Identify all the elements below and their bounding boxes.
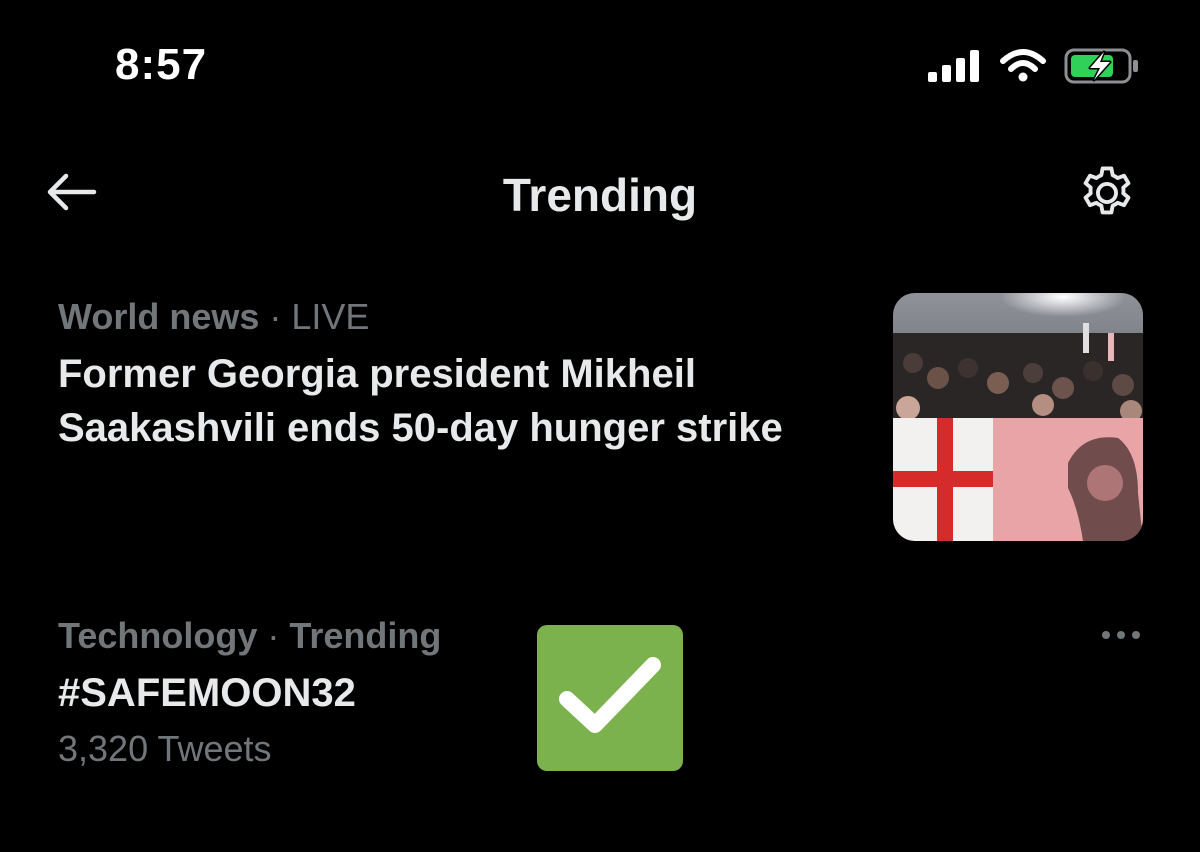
battery-charging-icon (1064, 48, 1140, 89)
trend-separator: · (267, 615, 280, 656)
checkmark-icon (555, 651, 665, 746)
header: Trending (0, 150, 1200, 240)
more-options-button[interactable] (1098, 622, 1144, 652)
wifi-icon (1000, 49, 1046, 88)
trend-state: Trending (289, 615, 442, 656)
trend-state: LIVE (291, 296, 370, 337)
trend-headline: Former Georgia president Mikheil Saakash… (58, 352, 783, 450)
settings-button[interactable] (1074, 162, 1140, 228)
signal-icon (928, 50, 982, 87)
checkmark-badge (537, 625, 683, 771)
trend-hashtag: #SAFEMOON32 (58, 671, 356, 715)
page-title: Trending (502, 169, 698, 221)
trend-separator: · (269, 296, 282, 337)
trend-item[interactable]: World news · LIVE Former Georgia preside… (58, 293, 1168, 543)
status-icons (928, 48, 1140, 89)
status-time: 8:57 (115, 40, 208, 89)
trend-thumbnail (893, 293, 1143, 541)
trend-category: Technology (58, 615, 258, 656)
gear-icon (1076, 162, 1138, 229)
trend-category: World news (58, 296, 260, 337)
status-bar: 8:57 (0, 0, 1200, 130)
more-horizontal-icon (1100, 628, 1142, 646)
